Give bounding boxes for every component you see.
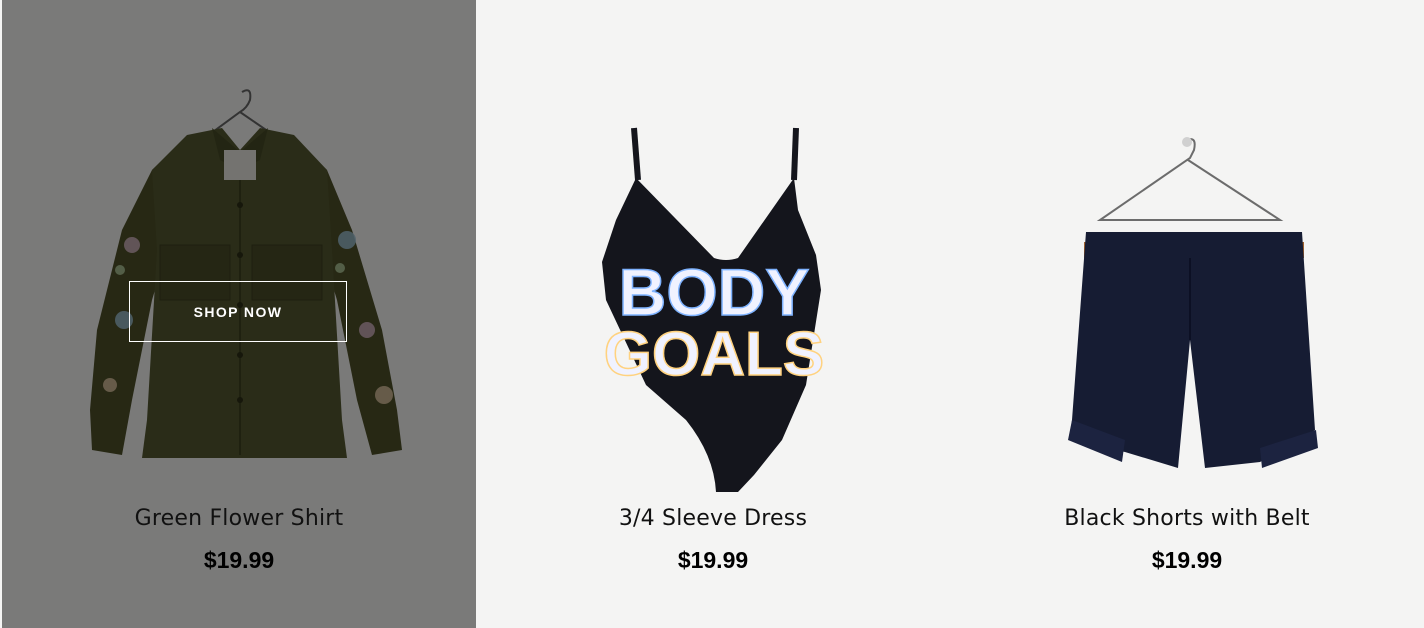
product-grid: SHOP NOW Green Flower Shirt $19.99 BODY …: [0, 0, 1424, 628]
product-card-black-shorts[interactable]: Black Shorts with Belt $19.99: [950, 0, 1424, 628]
body-goals-print-line1: BODY: [619, 255, 810, 329]
product-name[interactable]: Green Flower Shirt: [2, 506, 476, 531]
product-name[interactable]: Black Shorts with Belt: [950, 506, 1424, 531]
product-card-green-flower-shirt[interactable]: SHOP NOW Green Flower Shirt $19.99: [2, 0, 476, 628]
navy-shorts-image: [950, 0, 1424, 628]
product-price: $19.99: [203, 547, 275, 573]
product-price: $19.99: [1151, 547, 1223, 573]
product-name[interactable]: 3/4 Sleeve Dress: [476, 506, 950, 531]
body-goals-print-line2: GOALS: [604, 320, 824, 389]
shop-now-button[interactable]: SHOP NOW: [129, 281, 347, 342]
product-price: $19.99: [677, 547, 749, 573]
product-card-sleeve-dress[interactable]: BODY GOALS 3/4 Sleeve Dress $19.99: [476, 0, 950, 628]
black-bodysuit-image: BODY GOALS: [476, 0, 950, 628]
